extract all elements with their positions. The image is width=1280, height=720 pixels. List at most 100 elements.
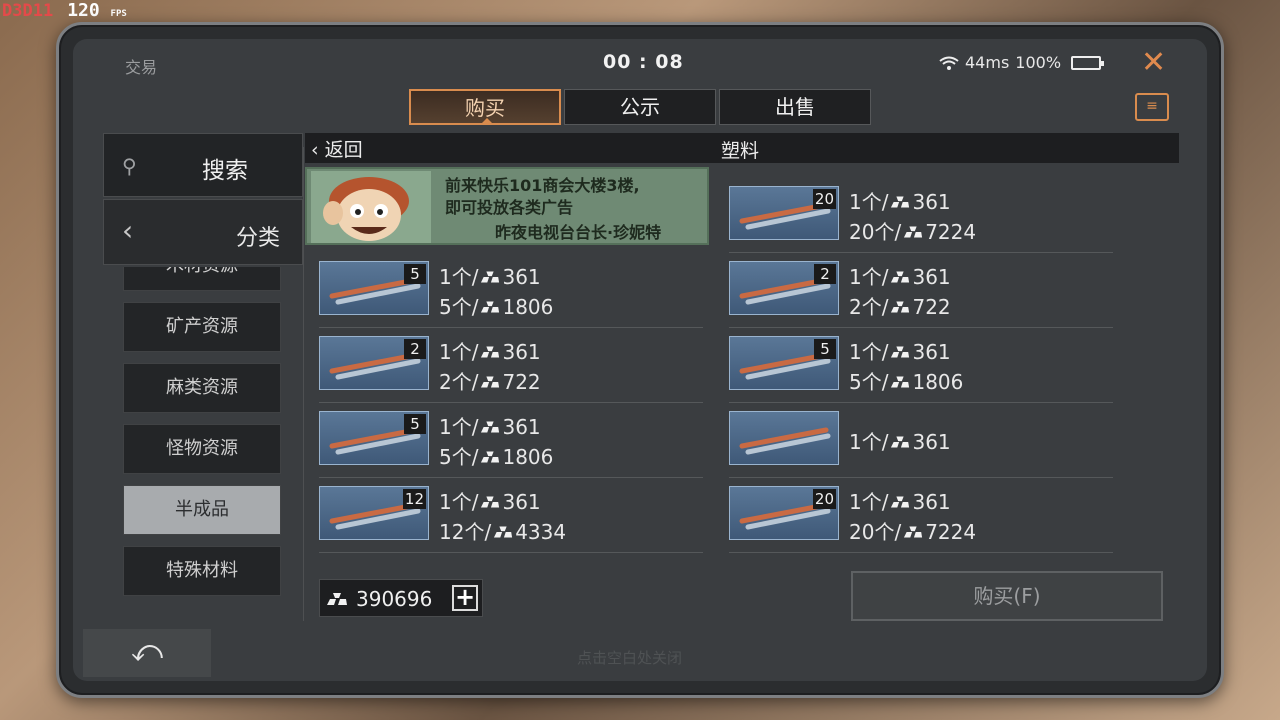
divider (729, 477, 1113, 478)
plastic-item-thumbnail: 5 (319, 261, 429, 315)
chevron-left-icon: ‹ (122, 214, 134, 247)
screen-title: 交易 (125, 58, 158, 77)
unit-price: 1个/361 (849, 340, 951, 364)
total-price: 2个/722 (849, 295, 951, 319)
ad-signature: 昨夜电视台台长·珍妮特 (495, 223, 662, 242)
category-list[interactable]: 木材资源 矿产资源 麻类资源 怪物资源 半成品 特殊材料 (123, 267, 281, 619)
unit-price: 1个/361 (439, 340, 541, 364)
plastic-item-thumbnail (729, 411, 839, 465)
stack-quantity: 2 (814, 264, 836, 284)
unit-price: 1个/361 (849, 490, 951, 514)
trade-tabs: 购买 公示 出售 (409, 89, 871, 125)
divider (319, 552, 703, 553)
listing-item[interactable]: 5 1个/361 5个/1806 (319, 257, 703, 328)
unit-price: 1个/361 (849, 190, 951, 214)
listing-item[interactable]: 2 1个/361 2个/722 (729, 257, 1113, 328)
ad-text: 前来快乐101商会大楼3楼, 即可投放各类广告 (445, 175, 640, 219)
gold-icon (327, 593, 347, 605)
plastic-item-thumbnail: 2 (729, 261, 839, 315)
divider (729, 252, 1113, 253)
unit-price: 1个/361 (439, 490, 541, 514)
divider (303, 147, 304, 621)
battery-percent: 100% (1015, 53, 1062, 72)
total-price: 5个/1806 (439, 295, 554, 319)
renderer-label: D3D11 (2, 1, 54, 21)
category-mineral[interactable]: 矿产资源 (123, 302, 281, 352)
listing-item[interactable]: 5 1个/361 5个/1806 (319, 407, 703, 478)
divider (319, 477, 703, 478)
status-bar: 交易 00 : 08 44ms 100% ✕ (73, 39, 1207, 85)
category-sidebar: ⚲ 搜索 ‹ 分类 木材资源 矿产资源 麻类资源 怪物资源 半成品 特殊材料 (103, 133, 303, 625)
plastic-item-thumbnail: 5 (319, 411, 429, 465)
fps-value: 120 (67, 0, 100, 21)
total-price: 5个/1806 (849, 370, 964, 394)
total-price: 2个/722 (439, 370, 541, 394)
fps-counter: 120 FPS (67, 0, 127, 21)
stack-quantity: 5 (404, 414, 426, 434)
search-button[interactable]: ⚲ 搜索 (103, 133, 303, 197)
close-icon[interactable]: ✕ (1141, 45, 1166, 80)
category-special[interactable]: 特殊材料 (123, 546, 281, 596)
stack-quantity: 5 (814, 339, 836, 359)
listing-item[interactable]: 12 1个/361 12个/4334 (319, 482, 703, 553)
ad-banner[interactable]: 前来快乐101商会大楼3楼, 即可投放各类广告 昨夜电视台台长·珍妮特 (305, 167, 709, 245)
clock: 00 : 08 (603, 51, 684, 73)
total-price: 12个/4334 (439, 520, 567, 544)
divider (319, 327, 703, 328)
plastic-item-thumbnail: 20 (729, 186, 839, 240)
unit-price: 1个/361 (439, 265, 541, 289)
fps-unit: FPS (110, 9, 127, 19)
stack-quantity: 20 (812, 489, 836, 509)
item-category-title: 塑料 (721, 140, 760, 162)
undo-icon[interactable]: ⤺ (83, 629, 211, 677)
trade-screen: 交易 00 : 08 44ms 100% ✕ 购买 公示 出售 ≡ ⚲ 搜索 ‹… (73, 39, 1207, 681)
stack-quantity: 5 (404, 264, 426, 284)
divider (319, 402, 703, 403)
search-label: 搜索 (202, 158, 248, 184)
wifi-icon (939, 56, 959, 70)
clipboard-icon[interactable]: ≡ (1135, 93, 1169, 121)
divider (729, 552, 1113, 553)
stack-quantity: 2 (404, 339, 426, 359)
ad-line-1: 前来快乐101商会大楼3楼, (445, 176, 640, 195)
add-currency-button[interactable]: + (452, 585, 478, 611)
battery-icon (1071, 55, 1105, 70)
mascot-image (311, 171, 431, 243)
ping-value: 44ms (965, 53, 1010, 72)
category-label: 分类 (236, 226, 281, 251)
category-semi-finished[interactable]: 半成品 (123, 485, 281, 535)
plastic-item-thumbnail: 20 (729, 486, 839, 540)
back-button[interactable]: ‹ 返回 (311, 135, 363, 162)
total-price: 20个/7224 (849, 220, 977, 244)
listing-item[interactable]: 20 1个/361 20个/7224 (729, 182, 1113, 253)
listing-item[interactable]: 5 1个/361 5个/1806 (729, 332, 1113, 403)
device-frame: 交易 00 : 08 44ms 100% ✕ 购买 公示 出售 ≡ ⚲ 搜索 ‹… (56, 22, 1224, 698)
currency-balance: 390696 + (319, 579, 483, 617)
ad-line-2: 即可投放各类广告 (445, 198, 574, 217)
debug-overlay: D3D11 120 FPS (2, 0, 127, 21)
listing-item[interactable]: 20 1个/361 20个/7224 (729, 482, 1113, 553)
plastic-item-thumbnail: 5 (729, 336, 839, 390)
back-label: 返回 (324, 139, 363, 161)
buy-button[interactable]: 购买(F) (851, 571, 1163, 621)
divider (729, 327, 1113, 328)
category-fiber[interactable]: 麻类资源 (123, 363, 281, 413)
system-status: 44ms 100% (939, 53, 1105, 72)
list-header: ‹ 返回 塑料 (305, 133, 1179, 163)
category-toggle[interactable]: ‹ 分类 (103, 199, 303, 265)
category-wood[interactable]: 木材资源 (123, 267, 281, 291)
stack-quantity: 20 (812, 189, 836, 209)
plastic-item-thumbnail: 2 (319, 336, 429, 390)
close-hint: 点击空白处关闭 (577, 649, 683, 667)
tab-sell[interactable]: 出售 (719, 89, 871, 125)
divider (729, 402, 1113, 403)
category-monster[interactable]: 怪物资源 (123, 424, 281, 474)
total-price: 5个/1806 (439, 445, 554, 469)
listing-item[interactable]: 1个/361 (729, 407, 1113, 478)
tab-buy[interactable]: 购买 (409, 89, 561, 125)
listing-item[interactable]: 2 1个/361 2个/722 (319, 332, 703, 403)
unit-price: 1个/361 (849, 265, 951, 289)
plastic-item-thumbnail: 12 (319, 486, 429, 540)
tab-notice[interactable]: 公示 (564, 89, 716, 125)
balance-value: 390696 (356, 587, 433, 611)
